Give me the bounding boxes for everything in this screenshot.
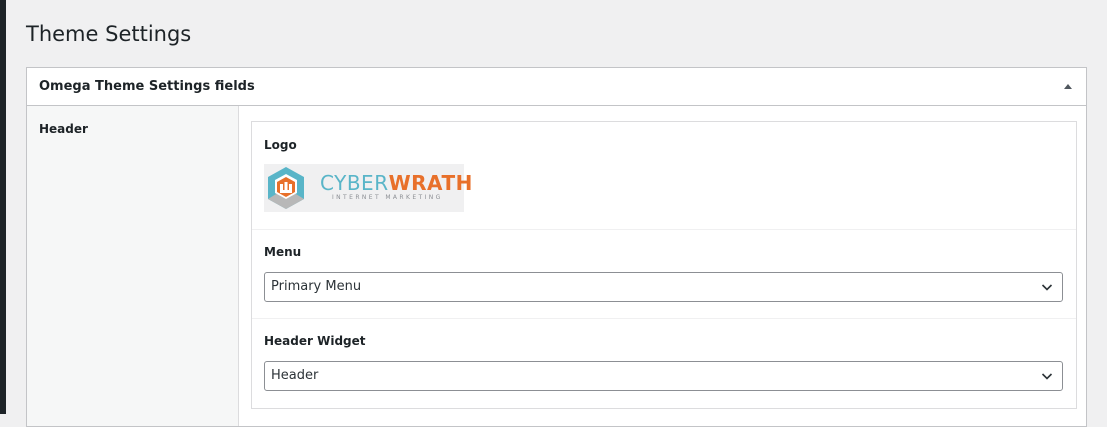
metabox-title: Omega Theme Settings fields xyxy=(39,79,255,94)
logo-wordmark: CYBERWRATH xyxy=(320,173,473,193)
logo-text-cyber: CYBER xyxy=(320,171,389,195)
chevron-down-icon xyxy=(1041,284,1053,291)
triangle-up-icon xyxy=(1064,84,1072,89)
logo-tagline: INTERNET MARKETING xyxy=(332,194,443,201)
logo-field: Logo CYBERWRATH INTERNET MARKETING xyxy=(252,122,1076,230)
logo-label: Logo xyxy=(264,138,297,152)
logo-text-wrath: WRATH xyxy=(388,171,473,195)
metabox-toggle-button[interactable] xyxy=(1050,68,1086,105)
menu-select-value: Primary Menu xyxy=(271,279,362,294)
header-widget-select[interactable]: Header xyxy=(264,361,1063,391)
tab-header[interactable]: Header xyxy=(39,122,88,136)
cyberwrath-hexagon-logo-icon xyxy=(268,167,304,209)
theme-settings-metabox: Omega Theme Settings fields Header Logo … xyxy=(26,67,1087,427)
tabs-sidebar: Header xyxy=(27,106,239,426)
header-widget-label: Header Widget xyxy=(264,334,366,348)
page-title: Theme Settings xyxy=(26,22,192,46)
fields-panel: Logo CYBERWRATH INTERNET MARKETING Menu … xyxy=(251,121,1077,409)
menu-label: Menu xyxy=(264,245,302,259)
menu-select[interactable]: Primary Menu xyxy=(264,272,1063,302)
chevron-down-icon xyxy=(1041,373,1053,380)
logo-image[interactable]: CYBERWRATH INTERNET MARKETING xyxy=(264,164,472,212)
admin-menu-edge xyxy=(0,0,6,414)
header-widget-select-value: Header xyxy=(271,368,319,383)
menu-field: Menu Primary Menu xyxy=(252,229,1076,319)
header-widget-field: Header Widget Header xyxy=(252,318,1076,408)
metabox-header: Omega Theme Settings fields xyxy=(27,68,1086,106)
